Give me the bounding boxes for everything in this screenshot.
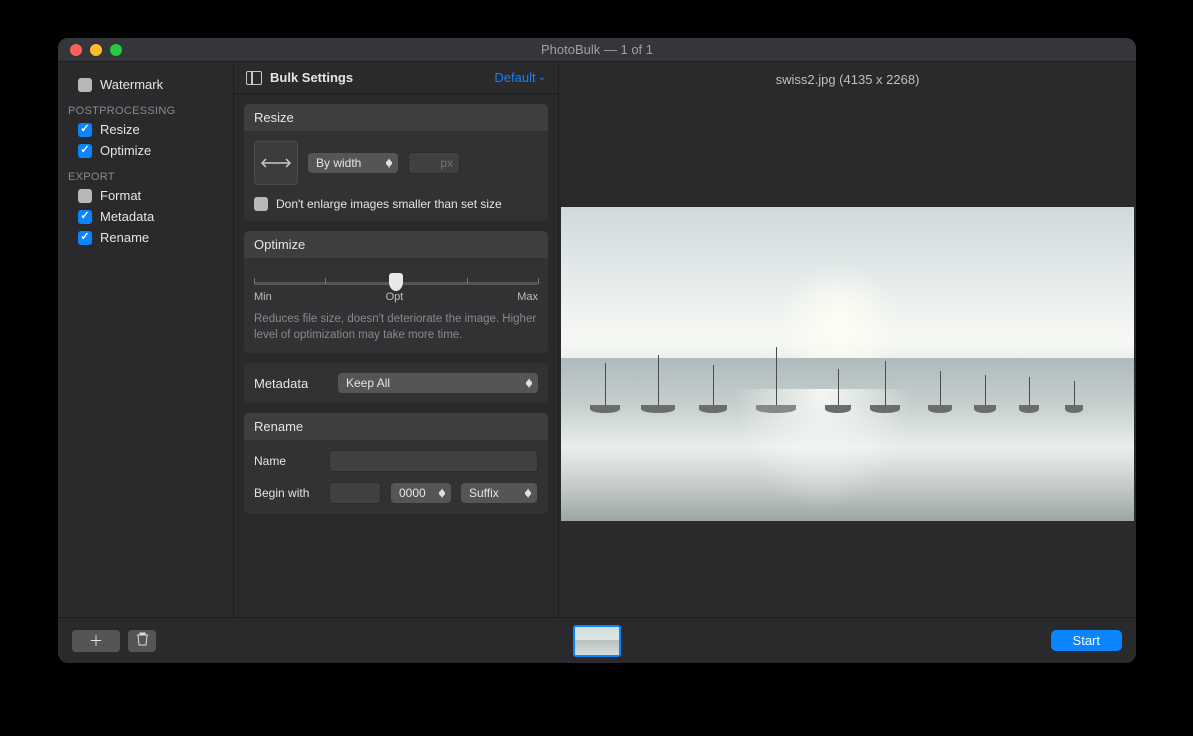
- resize-mode-select-wrap: By width ▲▼: [308, 153, 398, 173]
- resize-mode-select[interactable]: By width: [308, 153, 398, 173]
- optimize-card: Optimize: [244, 231, 548, 353]
- slider-labels: Min Opt Max: [254, 291, 538, 303]
- dont-enlarge-row[interactable]: Don't enlarge images smaller than set si…: [254, 197, 538, 211]
- footer-left-buttons: ＋: [72, 630, 156, 652]
- sidebar-item-resize[interactable]: Resize: [58, 119, 233, 140]
- sidebar-item-metadata[interactable]: Metadata: [58, 206, 233, 227]
- resize-card: Resize: [244, 104, 548, 221]
- checkbox-icon[interactable]: [78, 210, 92, 224]
- thumbnail-strip: [573, 625, 621, 657]
- sidebar-item-label: Resize: [100, 122, 140, 137]
- traffic-lights: [58, 44, 122, 56]
- window-title: PhotoBulk — 1 of 1: [541, 42, 653, 57]
- preview-panel: swiss2.jpg (4135 x 2268): [559, 62, 1136, 617]
- begin-with-label: Begin with: [254, 486, 319, 500]
- rename-digits-select[interactable]: 0000: [391, 483, 451, 503]
- slider-thumb[interactable]: [389, 273, 403, 291]
- checkbox-icon[interactable]: [78, 231, 92, 245]
- sidebar-item-watermark[interactable]: Watermark: [58, 74, 233, 95]
- sidebar-item-label: Optimize: [100, 143, 151, 158]
- sidebar-section-postprocessing: POSTPROCESSING: [58, 95, 233, 119]
- settings-header: Bulk Settings Default ⌄: [234, 62, 558, 94]
- app-window: PhotoBulk — 1 of 1 Watermark POSTPROCESS…: [58, 38, 1136, 663]
- resize-width-input[interactable]: [408, 152, 460, 174]
- rename-name-row: Name: [254, 450, 538, 472]
- sidebar-section-export: EXPORT: [58, 161, 233, 185]
- rename-position-select[interactable]: Suffix: [461, 483, 537, 503]
- sidebar-item-label: Format: [100, 188, 141, 203]
- start-button[interactable]: Start: [1051, 630, 1122, 651]
- metadata-label: Metadata: [254, 376, 324, 391]
- sidebar-item-rename[interactable]: Rename: [58, 227, 233, 248]
- settings-panel: Bulk Settings Default ⌄ Resize: [234, 62, 559, 617]
- preview-image: [561, 207, 1134, 521]
- metadata-select[interactable]: Keep All: [338, 373, 538, 393]
- add-button[interactable]: ＋: [72, 630, 120, 652]
- sidebar-item-label: Watermark: [100, 77, 163, 92]
- preview-filename-label: swiss2.jpg (4135 x 2268): [776, 62, 920, 97]
- thumbnail-selected[interactable]: [573, 625, 621, 657]
- optimize-card-header: Optimize: [244, 231, 548, 258]
- rename-begin-input[interactable]: [329, 482, 381, 504]
- zoom-window-button[interactable]: [110, 44, 122, 56]
- resize-card-header: Resize: [244, 104, 548, 131]
- close-window-button[interactable]: [70, 44, 82, 56]
- window-body: Watermark POSTPROCESSING Resize Optimize…: [58, 62, 1136, 617]
- chevron-down-icon: ⌄: [538, 72, 546, 83]
- sidebar-item-label: Metadata: [100, 209, 154, 224]
- metadata-card: Metadata Keep All ▲▼: [244, 363, 548, 403]
- rename-card: Rename Name Begin with 0000: [244, 413, 548, 514]
- plus-icon: ＋: [89, 631, 103, 651]
- optimize-slider[interactable]: Min Opt Max: [254, 268, 538, 303]
- resize-controls-row: By width ▲▼: [254, 141, 538, 185]
- slider-track[interactable]: [254, 282, 538, 285]
- slider-label-max: Max: [517, 291, 538, 303]
- dont-enlarge-label: Don't enlarge images smaller than set si…: [276, 197, 502, 211]
- panel-layout-icon[interactable]: [246, 71, 262, 85]
- rename-name-input[interactable]: [329, 450, 538, 472]
- rename-card-header: Rename: [244, 413, 548, 440]
- metadata-select-wrap: Keep All ▲▼: [338, 373, 538, 393]
- sidebar-item-label: Rename: [100, 230, 149, 245]
- arrows-horizontal-icon: [258, 153, 294, 173]
- slider-label-min: Min: [254, 291, 272, 303]
- checkbox-icon[interactable]: [78, 144, 92, 158]
- preset-dropdown[interactable]: Default ⌄: [494, 70, 546, 85]
- digits-select-wrap: 0000 ▲▼: [391, 483, 451, 503]
- rename-begin-row: Begin with 0000 ▲▼ Suffix: [254, 482, 538, 504]
- trash-icon: [136, 632, 149, 649]
- checkbox-icon[interactable]: [78, 189, 92, 203]
- position-select-wrap: Suffix ▲▼: [461, 483, 537, 503]
- settings-title: Bulk Settings: [270, 70, 353, 85]
- preset-label: Default: [494, 70, 535, 85]
- optimize-description: Reduces file size, doesn't deteriorate t…: [254, 311, 538, 343]
- sidebar: Watermark POSTPROCESSING Resize Optimize…: [58, 62, 234, 617]
- checkbox-icon[interactable]: [78, 123, 92, 137]
- name-label: Name: [254, 454, 319, 468]
- minimize-window-button[interactable]: [90, 44, 102, 56]
- slider-label-opt: Opt: [386, 291, 404, 303]
- resize-dimension-icon[interactable]: [254, 141, 298, 185]
- delete-button[interactable]: [128, 630, 156, 652]
- sidebar-item-optimize[interactable]: Optimize: [58, 140, 233, 161]
- checkbox-icon[interactable]: [254, 197, 268, 211]
- settings-body: Resize: [234, 94, 558, 524]
- footer: ＋ Start: [58, 617, 1136, 663]
- sidebar-item-format[interactable]: Format: [58, 185, 233, 206]
- preview-image-content: [561, 333, 1134, 413]
- titlebar: PhotoBulk — 1 of 1: [58, 38, 1136, 62]
- checkbox-icon[interactable]: [78, 78, 92, 92]
